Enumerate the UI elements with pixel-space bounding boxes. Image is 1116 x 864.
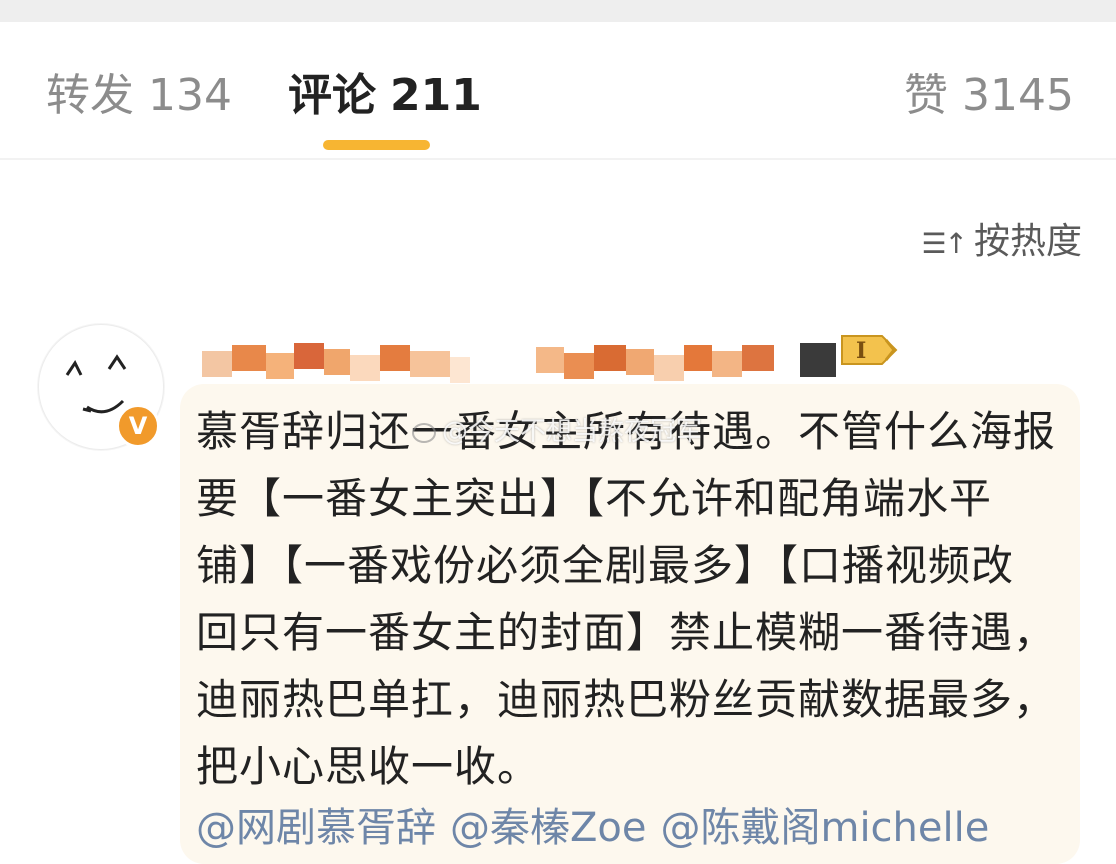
mention-link[interactable]: @秦榛Zoe: [450, 805, 646, 851]
sort-icon: ☰↑: [921, 227, 968, 260]
tab-like[interactable]: 赞 3145: [904, 70, 1074, 122]
level-badge-icon: I: [841, 335, 898, 365]
status-bar: [0, 0, 1116, 22]
tab-comment-count: 211: [390, 70, 482, 121]
comment-mentions: @网剧慕胥辞 @秦榛Zoe @陈戴阁michelle: [196, 800, 1003, 856]
tab-comment-label: 评论: [288, 70, 376, 121]
tab-repost-label: 转发: [46, 70, 134, 121]
tab-comment[interactable]: 评论 211: [288, 70, 482, 122]
comment-text: 慕胥辞归还一番女主所有待遇。不管什么海报要【一番女主突出】【不允许和配角端水平铺…: [196, 407, 1057, 791]
weibo-watermark: @今天不想当熬夜冠军: [412, 416, 702, 448]
tab-like-count: 3145: [962, 70, 1074, 121]
tab-repost[interactable]: 转发 134: [46, 70, 232, 122]
verified-v-icon: V: [116, 404, 160, 448]
username-blurred[interactable]: [196, 335, 836, 385]
mention-link[interactable]: @陈戴阁michelle: [660, 805, 989, 851]
tab-bar: 转发 134 评论 211 赞 3145: [0, 22, 1116, 160]
sort-label: 按热度: [973, 221, 1082, 262]
active-tab-indicator: [323, 140, 430, 150]
sort-button[interactable]: ☰↑ 按热度: [921, 218, 1082, 268]
tab-like-label: 赞: [904, 70, 949, 121]
svg-text:I: I: [856, 338, 866, 364]
mention-link[interactable]: @网剧慕胥辞: [196, 805, 436, 851]
weibo-logo-icon: [412, 422, 436, 443]
watermark-text: @今天不想当熬夜冠军: [442, 417, 703, 447]
tab-repost-count: 134: [148, 70, 232, 121]
